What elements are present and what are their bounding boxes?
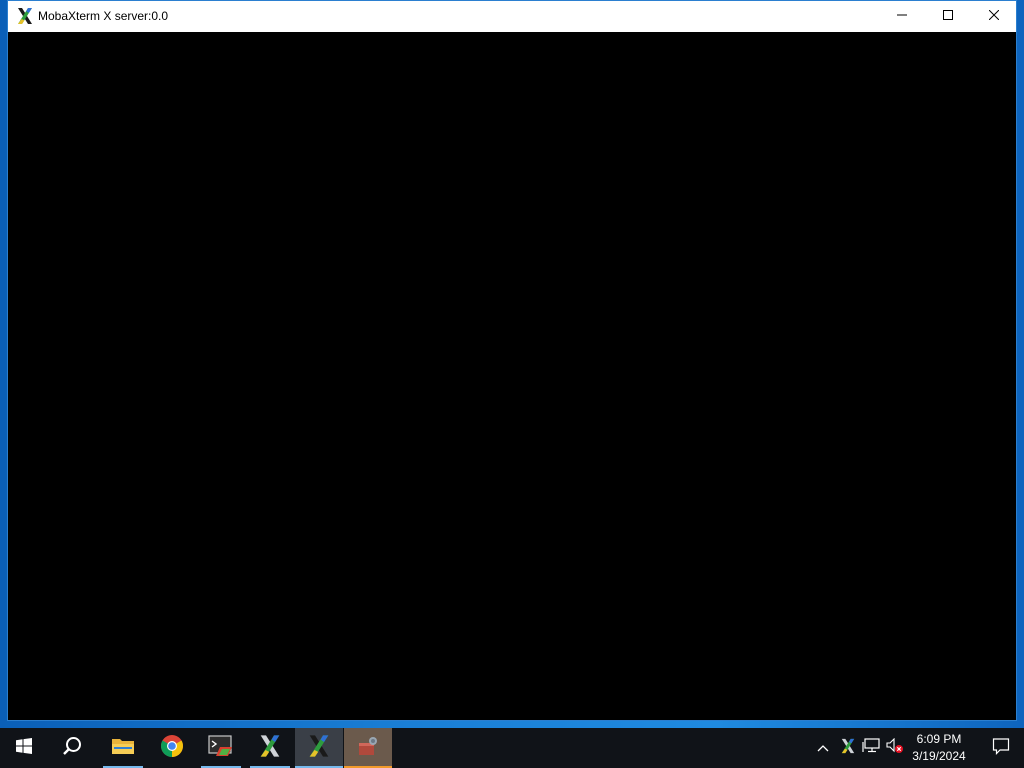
mobaxterm-x-server-window[interactable]: MobaXterm X server:0.0 — [7, 0, 1017, 721]
taskbar-file-explorer[interactable] — [99, 728, 147, 768]
action-center-button[interactable] — [978, 728, 1024, 768]
volume-muted-icon — [886, 737, 904, 759]
notification-icon — [992, 737, 1010, 760]
clock-time: 6:09 PM — [916, 732, 962, 746]
start-button[interactable] — [0, 728, 48, 768]
mobaxterm-icon — [840, 738, 856, 759]
tray-overflow-button[interactable] — [813, 738, 833, 758]
maximize-button[interactable] — [925, 1, 971, 31]
network-icon — [862, 737, 880, 759]
close-icon — [988, 7, 1000, 25]
taskbar-archive-app[interactable] — [344, 728, 392, 768]
terminal-icon — [208, 734, 234, 762]
tray-network[interactable] — [861, 737, 881, 759]
taskbar: 6:09 PM 3/19/2024 — [0, 728, 1024, 768]
search-icon — [62, 736, 82, 761]
tray-x-server[interactable] — [838, 738, 858, 758]
mobaxterm-icon — [307, 734, 331, 763]
taskbar-clock[interactable]: 6:09 PM 3/19/2024 — [905, 731, 973, 765]
taskbar-terminal-app[interactable] — [197, 728, 245, 768]
minimize-icon — [897, 7, 907, 25]
package-icon — [356, 734, 380, 763]
chrome-icon — [160, 734, 184, 763]
minimize-button[interactable] — [879, 1, 925, 31]
mobaxterm-icon — [16, 7, 34, 25]
clock-date: 3/19/2024 — [912, 749, 966, 763]
search-button[interactable] — [48, 728, 96, 768]
mobaxterm-icon — [258, 734, 282, 763]
maximize-icon — [943, 7, 953, 25]
chevron-up-icon — [817, 739, 829, 757]
tray-volume[interactable] — [885, 737, 905, 759]
x-server-display-area[interactable] — [8, 32, 1016, 720]
taskbar-mobaxterm-x-server[interactable] — [295, 728, 343, 768]
windows-logo-icon — [16, 737, 32, 759]
folder-icon — [111, 736, 135, 761]
taskbar-chrome[interactable] — [148, 728, 196, 768]
window-title: MobaXterm X server:0.0 — [38, 9, 169, 23]
close-button[interactable] — [971, 1, 1017, 31]
taskbar-mobaxterm[interactable] — [246, 728, 294, 768]
title-bar[interactable]: MobaXterm X server:0.0 — [8, 1, 1016, 32]
